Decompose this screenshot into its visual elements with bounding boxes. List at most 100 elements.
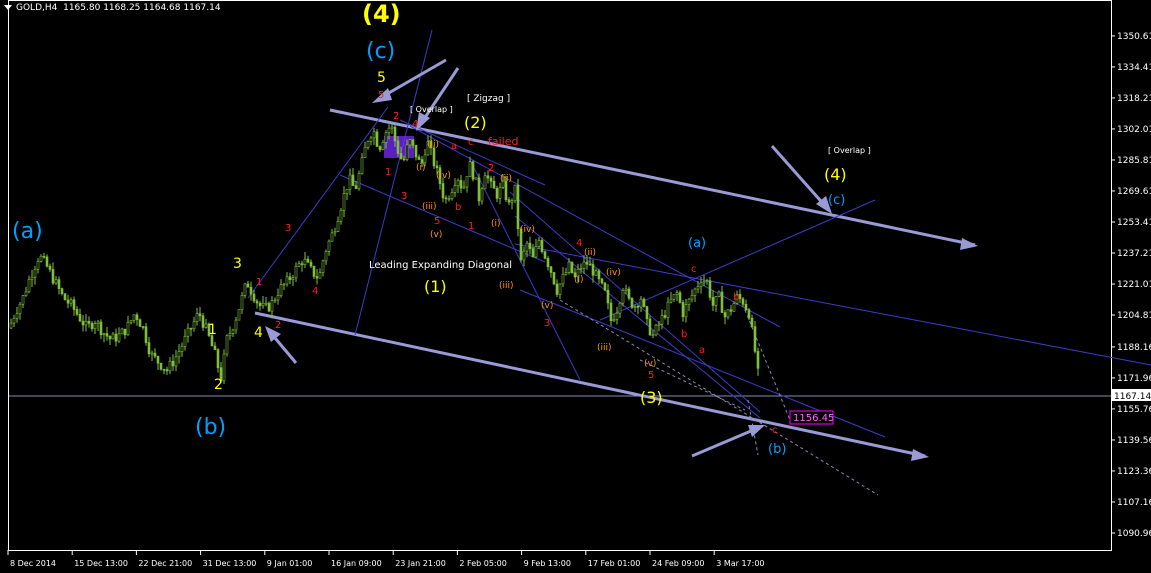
candle-body (66, 299, 70, 304)
candle-body (651, 334, 655, 337)
roman-label: (i) (574, 275, 584, 285)
subwave-label: b (733, 292, 739, 303)
candle-body (498, 186, 502, 199)
x-tick-label: 31 Dec 13:00 (203, 559, 257, 568)
candle-body (723, 312, 727, 318)
candle-body (36, 260, 40, 270)
candle-body (123, 328, 127, 336)
candle-body (30, 276, 34, 280)
candle-body (150, 352, 154, 355)
candle-body (45, 256, 49, 267)
candle-body (249, 286, 253, 295)
wave-label-2: (2) (464, 113, 487, 132)
candle-body (54, 279, 58, 284)
candle-body (234, 319, 238, 331)
high-value: 1168.25 (103, 3, 141, 13)
candle-body (129, 320, 133, 323)
candle-body (75, 309, 79, 315)
candle-body (246, 283, 250, 288)
candle-body (567, 261, 571, 273)
y-tick-label: 1318.21 (1117, 94, 1151, 104)
candle-body (165, 369, 169, 372)
candle-body (594, 270, 598, 276)
candle-body (357, 173, 361, 189)
candle-body (750, 317, 754, 327)
x-tick-label: 3 Mar 17:00 (716, 559, 764, 568)
candle-body (447, 198, 451, 201)
candle-body (585, 261, 589, 265)
label-1: 1 (208, 322, 217, 338)
y-tick-label: 1334.41 (1117, 63, 1151, 73)
candle-body (255, 300, 259, 304)
candle-body (537, 240, 541, 247)
candle-body (708, 280, 712, 298)
candle-body (33, 268, 37, 278)
candle-body (42, 255, 46, 258)
candle-body (465, 176, 469, 188)
subwave-label: b (455, 202, 461, 213)
candle-body (372, 131, 376, 139)
candle-body (201, 315, 205, 328)
candle-body (522, 250, 526, 261)
candle-body (432, 147, 436, 167)
y-tick-label: 1139.56 (1117, 436, 1151, 446)
candle-body (318, 272, 322, 279)
candle-body (597, 270, 601, 280)
subwave-label: 5 (434, 216, 440, 227)
candle-body (18, 303, 22, 315)
candle-body (261, 302, 265, 307)
candle-body (462, 186, 466, 189)
y-tick-label: 1123.36 (1117, 467, 1151, 477)
wave-label-4-top: (4) (362, 0, 401, 28)
candle-body (57, 279, 61, 289)
candle-body (540, 240, 544, 253)
candle-body (696, 286, 700, 290)
wave-label-b-right: (b) (768, 442, 786, 457)
candle-body (15, 313, 19, 319)
candle-body (168, 360, 172, 372)
candle-body (396, 140, 400, 154)
target-price-tag: 1156.45 (789, 410, 834, 425)
candle-body (369, 137, 373, 142)
subwave-label: 1 (385, 167, 391, 178)
candle-body (630, 297, 634, 308)
candle-body (192, 321, 196, 330)
subwave-label: c (468, 137, 474, 148)
candle-body (348, 174, 352, 190)
collapse-triangle-icon[interactable] (4, 5, 12, 10)
subwave-label: b (681, 329, 687, 340)
y-tick-label: 1107.16 (1117, 498, 1151, 508)
candle-body (606, 289, 610, 304)
roman-label: (iv) (436, 171, 451, 181)
diag-channel-1 (247, 106, 389, 299)
roman-label: (v) (541, 301, 553, 311)
subwave-label: 4 (412, 119, 418, 130)
y-tick-label: 1155.76 (1117, 405, 1151, 415)
candle-body (618, 302, 622, 314)
candle-body (591, 264, 595, 276)
candle-body (636, 305, 640, 308)
label-3: 3 (233, 256, 242, 272)
y-tick-label: 1237.21 (1117, 249, 1151, 259)
candle-body (78, 313, 82, 322)
candle-body (270, 300, 274, 312)
candle-body (717, 291, 721, 297)
roman-label: (ii) (427, 140, 439, 150)
candle-body (681, 302, 685, 318)
candle-body (411, 139, 415, 146)
candle-body (756, 351, 760, 369)
candle-body (273, 299, 277, 302)
roman-label: (iii) (597, 343, 612, 353)
candle-body (198, 313, 202, 317)
candle-body (480, 188, 484, 202)
candle-body (516, 184, 520, 230)
candle-body (237, 309, 241, 321)
subwave-label: 4 (312, 286, 318, 297)
candle-body (435, 165, 439, 169)
candle-body (177, 351, 181, 358)
candle-body (258, 302, 262, 307)
candle-body (441, 183, 445, 199)
candle-body (609, 302, 613, 322)
roman-label: (i) (416, 163, 426, 173)
candle-body (276, 295, 280, 301)
